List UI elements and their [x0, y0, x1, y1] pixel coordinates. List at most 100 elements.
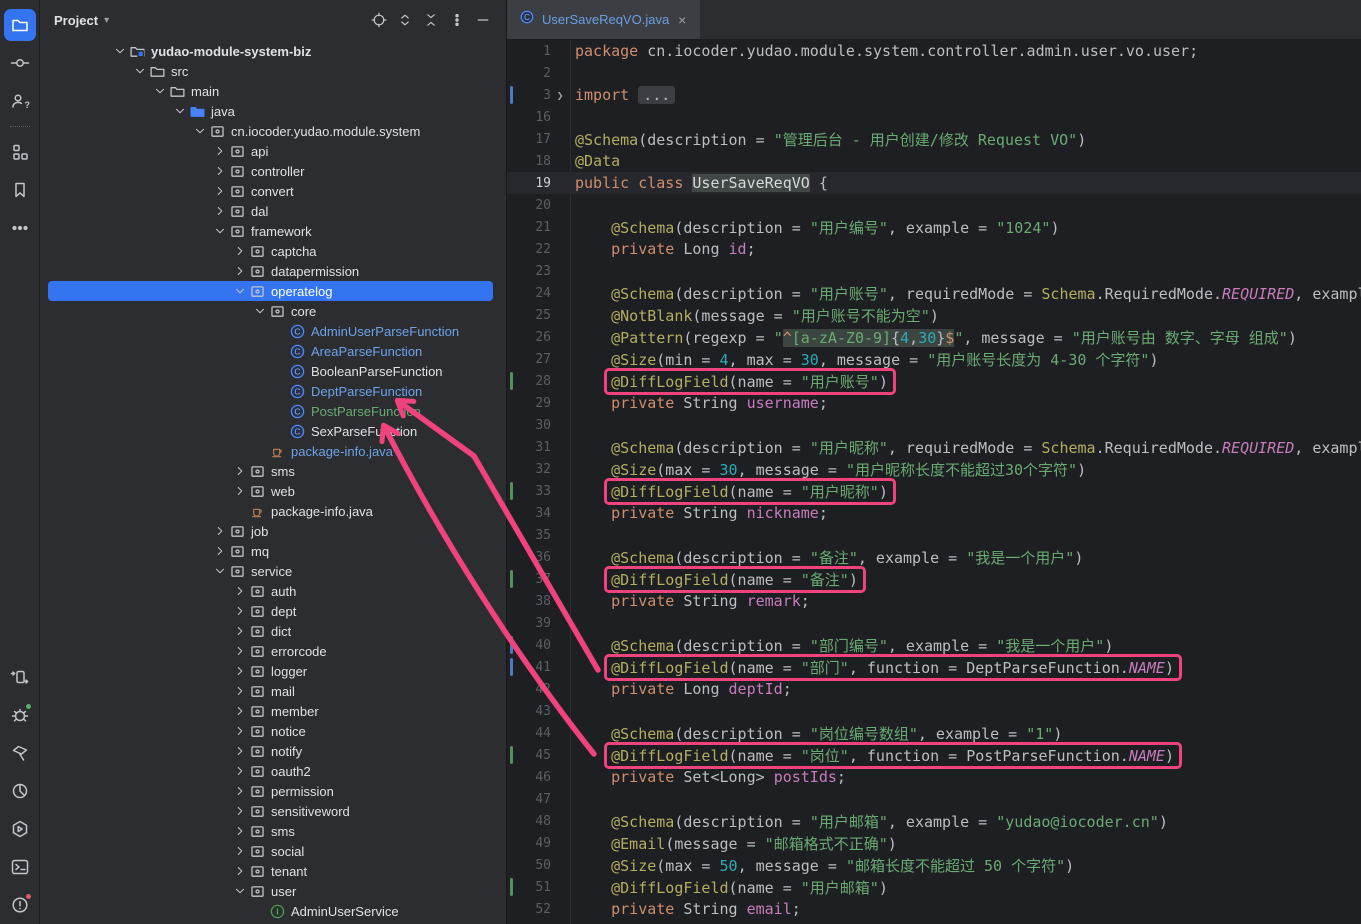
- line-number[interactable]: 29: [507, 396, 551, 411]
- gutter[interactable]: 48: [507, 810, 575, 832]
- chevron-right-icon[interactable]: [232, 244, 248, 258]
- line-number[interactable]: 17: [507, 132, 551, 147]
- gutter[interactable]: 23: [507, 260, 575, 282]
- gutter[interactable]: 31: [507, 436, 575, 458]
- line-number[interactable]: 24: [507, 286, 551, 301]
- chevron-right-icon[interactable]: [232, 684, 248, 698]
- chevron-down-icon[interactable]: [152, 84, 168, 98]
- more-tool-windows-icon[interactable]: [4, 212, 36, 244]
- gutter[interactable]: 1: [507, 40, 575, 62]
- line-number[interactable]: 40: [507, 638, 551, 653]
- line-number[interactable]: 52: [507, 902, 551, 917]
- gutter[interactable]: 50: [507, 854, 575, 876]
- chevron-right-icon[interactable]: [212, 524, 228, 538]
- gutter[interactable]: 52: [507, 898, 575, 920]
- chevron-right-icon[interactable]: [232, 584, 248, 598]
- line-number[interactable]: 26: [507, 330, 551, 345]
- line-number[interactable]: 25: [507, 308, 551, 323]
- build-icon[interactable]: [4, 737, 36, 769]
- tree-item-notice[interactable]: notice: [40, 721, 506, 741]
- gutter[interactable]: 28: [507, 370, 575, 392]
- gutter[interactable]: 37: [507, 568, 575, 590]
- tree-item-booleanparsefunction[interactable]: CBooleanParseFunction: [40, 361, 506, 381]
- line-number[interactable]: 19: [507, 176, 551, 191]
- terminal-icon[interactable]: [4, 851, 36, 883]
- line-number[interactable]: 51: [507, 880, 551, 895]
- line-number[interactable]: 38: [507, 594, 551, 609]
- chevron-down-icon[interactable]: [192, 124, 208, 138]
- gutter[interactable]: 24: [507, 282, 575, 304]
- line-number[interactable]: 18: [507, 154, 551, 169]
- chevron-down-icon[interactable]: [172, 104, 188, 118]
- line-number[interactable]: 22: [507, 242, 551, 257]
- commit-icon[interactable]: [4, 47, 36, 79]
- gutter[interactable]: 44: [507, 722, 575, 744]
- chevron-right-icon[interactable]: [232, 484, 248, 498]
- line-number[interactable]: 48: [507, 814, 551, 829]
- tree-item-deptparsefunction[interactable]: CDeptParseFunction: [40, 381, 506, 401]
- collapse-icon[interactable]: [418, 7, 444, 33]
- chevron-right-icon[interactable]: [232, 464, 248, 478]
- line-number[interactable]: 47: [507, 792, 551, 807]
- line-number[interactable]: 43: [507, 704, 551, 719]
- gutter[interactable]: 35: [507, 524, 575, 546]
- gutter[interactable]: 2: [507, 62, 575, 84]
- gutter[interactable]: 42: [507, 678, 575, 700]
- tree-item-areaparsefunction[interactable]: CAreaParseFunction: [40, 341, 506, 361]
- chevron-down-icon[interactable]: [212, 224, 228, 238]
- chevron-right-icon[interactable]: [232, 824, 248, 838]
- tree-item-sms[interactable]: sms: [40, 461, 506, 481]
- gutter[interactable]: 26: [507, 326, 575, 348]
- chevron-right-icon[interactable]: [232, 744, 248, 758]
- tree-item-adminuserparsefunction[interactable]: CAdminUserParseFunction: [40, 321, 506, 341]
- fold-arrow-icon[interactable]: ❯: [551, 89, 569, 102]
- line-number[interactable]: 30: [507, 418, 551, 433]
- tree-item-dict[interactable]: dict: [40, 621, 506, 641]
- tree-item-core[interactable]: core: [40, 301, 506, 321]
- line-number[interactable]: 33: [507, 484, 551, 499]
- tree-item-yudao-module-system-biz[interactable]: yudao-module-system-biz: [40, 41, 506, 61]
- gutter[interactable]: 3❯: [507, 84, 575, 106]
- line-number[interactable]: 49: [507, 836, 551, 851]
- services-icon[interactable]: [4, 813, 36, 845]
- line-number[interactable]: 41: [507, 660, 551, 675]
- line-number[interactable]: 2: [507, 66, 551, 81]
- gutter[interactable]: 20: [507, 194, 575, 216]
- chevron-down-icon[interactable]: [112, 44, 128, 58]
- gutter[interactable]: 51: [507, 876, 575, 898]
- line-number[interactable]: 20: [507, 198, 551, 213]
- tree-item-main[interactable]: main: [40, 81, 506, 101]
- tree-item-logger[interactable]: logger: [40, 661, 506, 681]
- chevron-right-icon[interactable]: [212, 144, 228, 158]
- gutter[interactable]: 45: [507, 744, 575, 766]
- line-number[interactable]: 35: [507, 528, 551, 543]
- line-number[interactable]: 39: [507, 616, 551, 631]
- line-number[interactable]: 3: [507, 88, 551, 103]
- chevron-right-icon[interactable]: [232, 724, 248, 738]
- tree-item-framework[interactable]: framework: [40, 221, 506, 241]
- line-number[interactable]: 45: [507, 748, 551, 763]
- gutter[interactable]: 36: [507, 546, 575, 568]
- profiler-icon[interactable]: [4, 775, 36, 807]
- bookmarks-icon[interactable]: [4, 174, 36, 206]
- tree-item-convert[interactable]: convert: [40, 181, 506, 201]
- tree-item-controller[interactable]: controller: [40, 161, 506, 181]
- chevron-right-icon[interactable]: [232, 624, 248, 638]
- tree-item-mail[interactable]: mail: [40, 681, 506, 701]
- chevron-right-icon[interactable]: [232, 844, 248, 858]
- tree-item-oauth2[interactable]: oauth2: [40, 761, 506, 781]
- chevron-right-icon[interactable]: [212, 204, 228, 218]
- chevron-right-icon[interactable]: [232, 664, 248, 678]
- line-number[interactable]: 16: [507, 110, 551, 125]
- tree-item-permission[interactable]: permission: [40, 781, 506, 801]
- line-number[interactable]: 37: [507, 572, 551, 587]
- gutter[interactable]: 39: [507, 612, 575, 634]
- tree-item-social[interactable]: social: [40, 841, 506, 861]
- gutter[interactable]: 27: [507, 348, 575, 370]
- line-number[interactable]: 28: [507, 374, 551, 389]
- chevron-right-icon[interactable]: [232, 764, 248, 778]
- tree-item-cn-iocoder-yudao-module-system[interactable]: cn.iocoder.yudao.module.system: [40, 121, 506, 141]
- gutter[interactable]: 33: [507, 480, 575, 502]
- tree-item-operatelog[interactable]: operatelog: [48, 281, 493, 301]
- tree-item-member[interactable]: member: [40, 701, 506, 721]
